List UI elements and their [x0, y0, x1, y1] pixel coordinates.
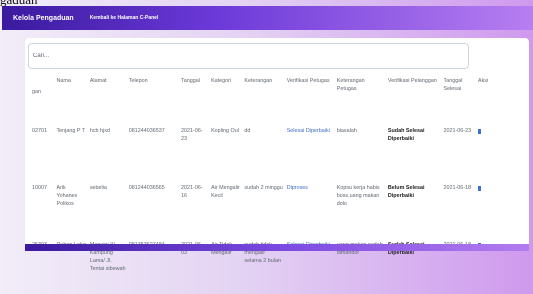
header-nama: Nama [56, 78, 71, 84]
header-alamat: Alamat [89, 78, 107, 84]
cell-verifikasi-petugas: Selesai Diperbaiki [286, 128, 330, 134]
back-to-cpanel-link[interactable]: Kembali ke Halaman C-Panel [90, 15, 159, 21]
search-input[interactable] [33, 45, 463, 67]
header-tanggal-selesai: Tanggal Selesai [443, 78, 463, 93]
cell-verifikasi-pelanggan: Sudah Selesai Diperbaiki [387, 128, 425, 143]
cell-tanggal-selesai: 2021-06-18 [443, 185, 472, 191]
cell-keterangan-petugas: Kopsu kerja habis boss,uang makan dolo [336, 185, 380, 208]
header-keterangan-petugas: Keterangan Petugas [336, 78, 365, 93]
bottom-accent-bar [25, 244, 529, 251]
cell-keterangan-petugas: biasalah [336, 128, 357, 134]
document-icon[interactable] [478, 186, 481, 191]
cell-aksi [478, 123, 497, 180]
header-verifikasi-pelanggan: Verifikasi Pelanggan [387, 78, 437, 84]
cell-alamat: hcb hjxd [89, 128, 110, 134]
cell-tanggal: 2021-06-23 [181, 128, 203, 143]
complaints-table: gan Nama Alamat Telepon Tanggal Kategori… [32, 77, 497, 294]
cell-tanggal-selesai: 2021-06-23 [443, 128, 472, 134]
cell-keterangan: dd [244, 128, 251, 134]
header-telepon: Telepon [128, 78, 148, 84]
table-header-row: gan Nama Alamat Telepon Tanggal Kategori… [32, 77, 497, 123]
search-box[interactable] [28, 43, 469, 69]
cell-alamat: sebelia [89, 185, 107, 191]
table-row: 10007 Arik Yohanes Polikos sebelia 08124… [32, 180, 497, 237]
cell-telepon: 081244036537 [128, 128, 165, 134]
cell-telepon: 081244036565 [128, 185, 165, 191]
cell-kategori: Kopling Oul [211, 128, 239, 134]
cell-aksi [478, 180, 497, 237]
header-kategori: Kategori [211, 78, 232, 84]
header-keterangan: Keterangan [244, 78, 273, 84]
table-row: 02701 Tenjang P T hcb hjxd 081244036537 … [32, 123, 497, 180]
cell-id: 10007 [32, 185, 47, 191]
cell-nama: Tenjang P T [56, 128, 86, 134]
header-tanggal: Tanggal [181, 78, 200, 84]
cell-id: 02701 [32, 128, 47, 134]
cell-verifikasi-pelanggan: Belum Selesai Diperbaiki [387, 185, 425, 200]
document-icon[interactable] [478, 129, 481, 134]
header-verifikasi-petugas: Verifikasi Petugas [286, 78, 330, 84]
cell-kategori: Air Mengalir Kecil [211, 185, 240, 200]
cell-nama: Arik Yohanes Polikos [56, 185, 78, 208]
cell-keterangan: sudah 2 minggu [244, 185, 283, 191]
cell-tanggal: 2021-06-16 [181, 185, 203, 200]
top-navbar: Kelola Pengaduan Kembali ke Halaman C-Pa… [2, 6, 533, 30]
cell-verifikasi-petugas: Diproses [286, 185, 308, 191]
header-aksi: Aksi [478, 78, 489, 84]
header-id: gan [32, 89, 41, 95]
navbar-brand[interactable]: Kelola Pengaduan [13, 15, 74, 22]
